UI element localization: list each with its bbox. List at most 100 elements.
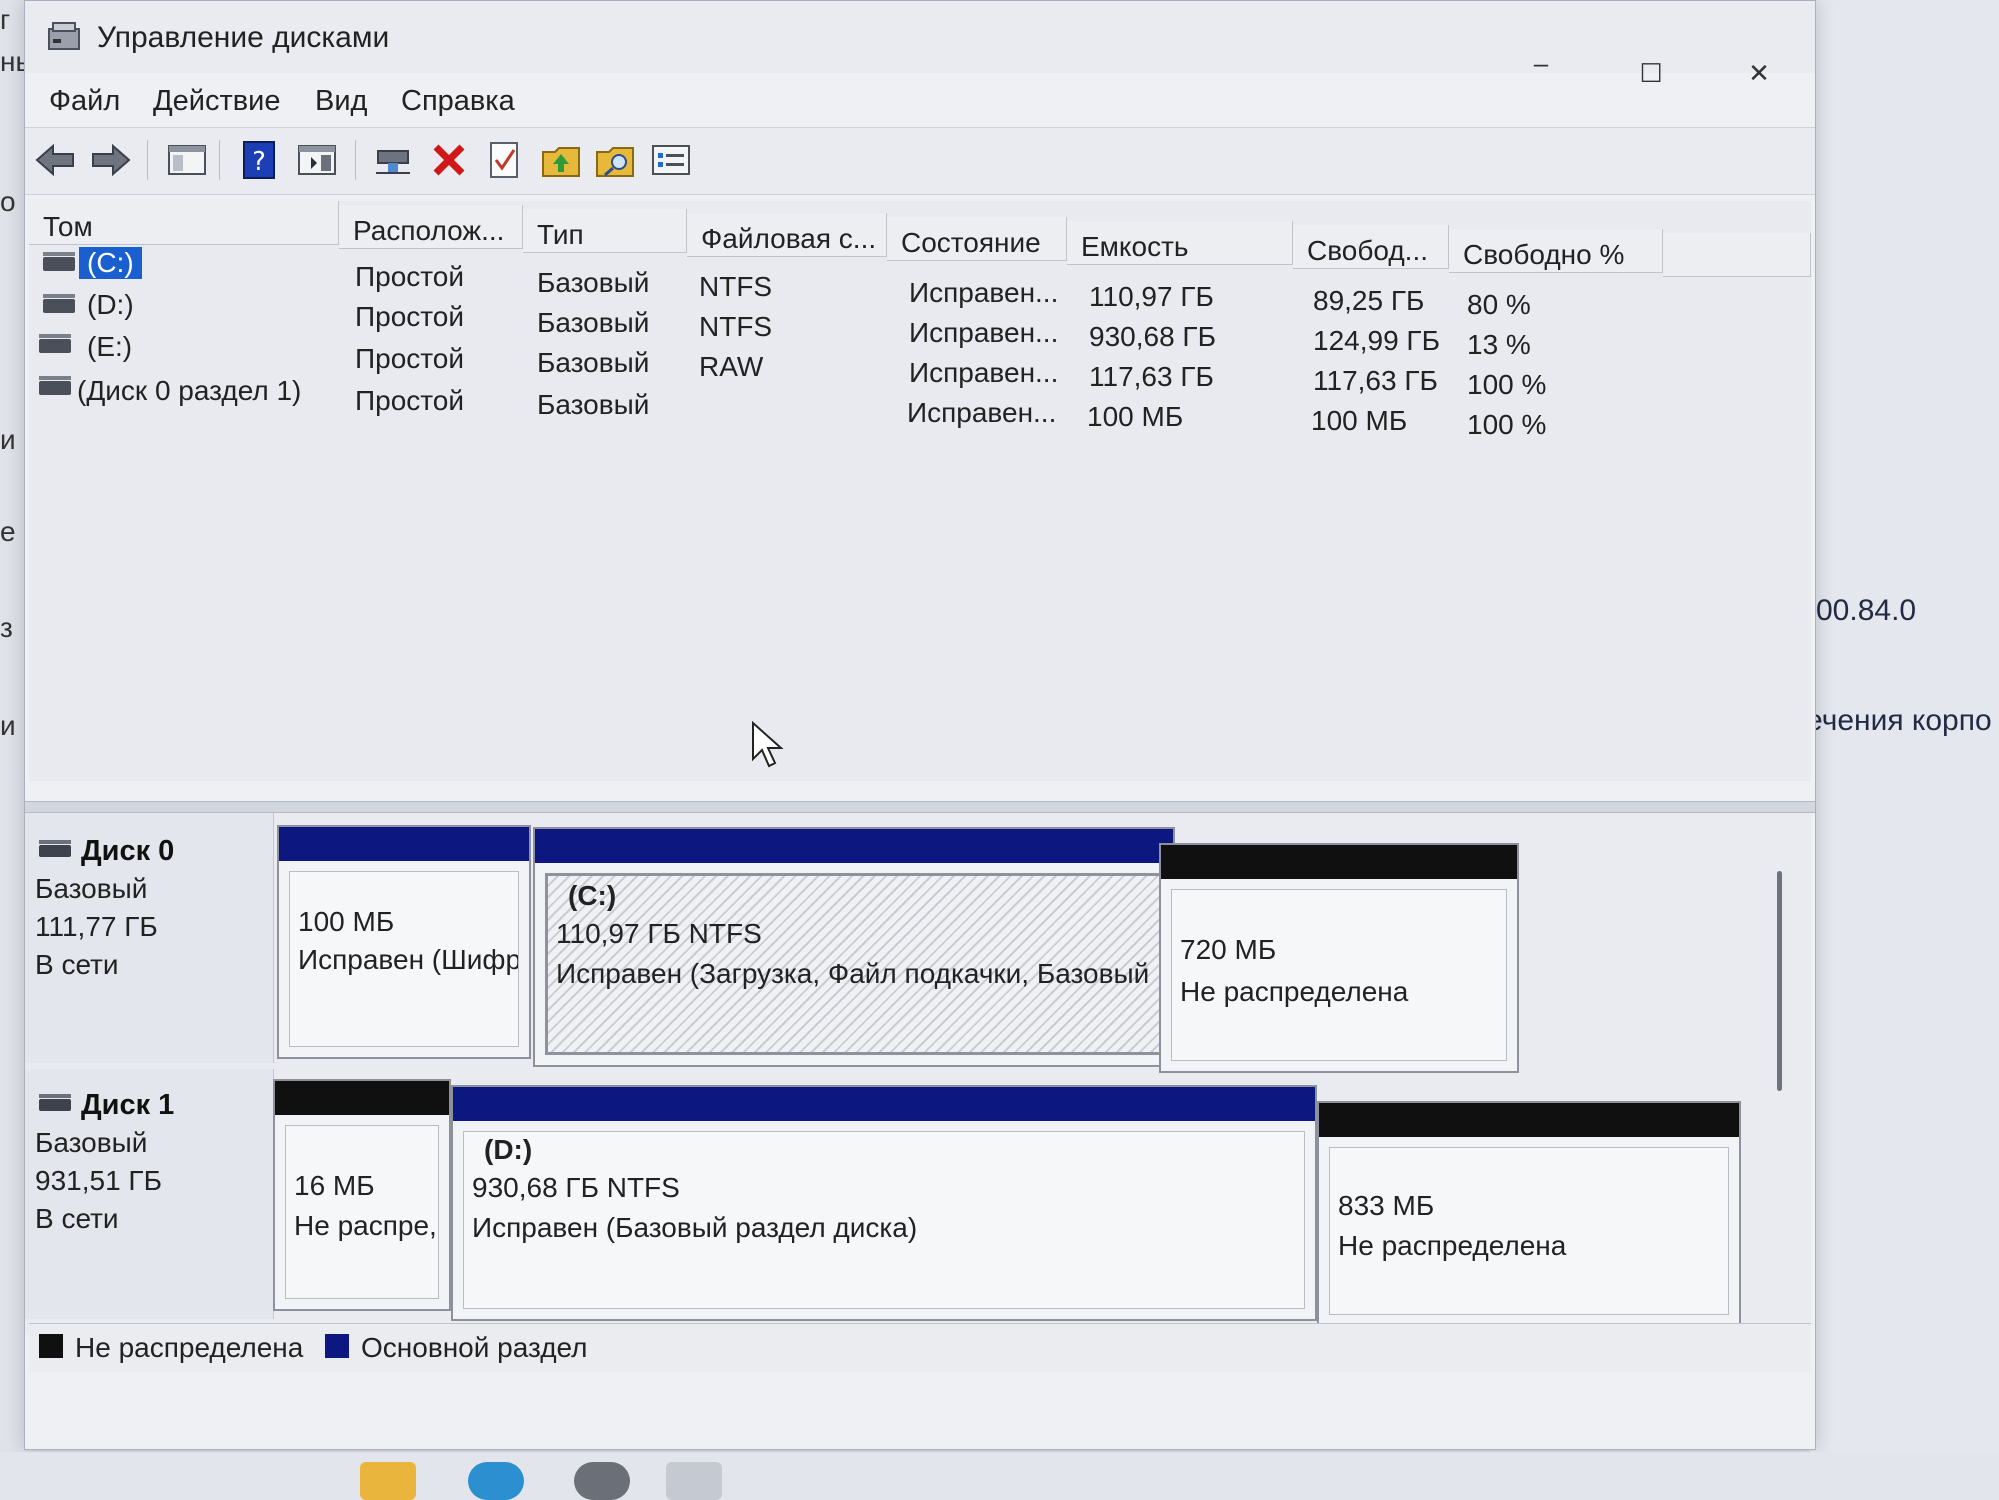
disk-icon — [39, 1094, 71, 1111]
background-char: з — [0, 612, 13, 643]
volume-list: Том Располож... Тип Файловая с... Состоя… — [29, 201, 1811, 781]
disk-name: Диск 1 — [81, 1089, 175, 1121]
window-title: Управление дисками — [97, 21, 390, 54]
volume-free-percent: 80 % — [1467, 289, 1531, 320]
title-bar[interactable]: Управление дисками – ☐ ✕ — [25, 1, 1815, 88]
partition-body-selected: (C:) 110,97 ГБ NTFS Исправен (Загрузка, … — [545, 873, 1163, 1055]
volume-free-percent: 100 % — [1467, 409, 1547, 440]
background-char: е — [0, 516, 16, 547]
delete-icon[interactable] — [425, 136, 473, 184]
taskbar — [0, 1452, 1999, 1500]
partition-body: 100 МБ Исправен (Шифр — [289, 871, 519, 1047]
partition-disk0-system[interactable]: 100 МБ Исправен (Шифр — [277, 825, 531, 1059]
partition-letter: (C:) — [568, 880, 617, 911]
menu-view[interactable]: Вид — [315, 85, 367, 118]
partition-c[interactable]: (C:) 110,97 ГБ NTFS Исправен (Загрузка, … — [533, 827, 1175, 1067]
partition-size: 100 МБ — [298, 906, 395, 937]
partition-bar — [275, 1081, 449, 1115]
volume-free: 100 МБ — [1311, 405, 1408, 436]
volume-free-percent: 100 % — [1467, 369, 1547, 400]
file-explorer-icon[interactable] — [360, 1462, 416, 1500]
column-header-type[interactable]: Тип — [523, 209, 687, 253]
volume-status: Исправен... — [909, 357, 1059, 388]
svg-text:?: ? — [252, 147, 266, 177]
partition-body: 833 МБ Не распределена — [1329, 1147, 1729, 1315]
console-tree-icon[interactable] — [163, 136, 211, 184]
disk-size: 931,51 ГБ — [35, 1165, 162, 1196]
column-header-filesystem[interactable]: Файловая с... — [687, 213, 887, 257]
partition-bar — [1319, 1103, 1739, 1137]
volume-status: Исправен... — [909, 277, 1059, 308]
partition-bar — [279, 827, 529, 861]
partition-disk0-unallocated[interactable]: 720 МБ Не распределена — [1159, 843, 1519, 1073]
background-char: г — [0, 4, 11, 35]
disk-size: 111,77 ГБ — [35, 911, 158, 942]
toolbar-separator — [355, 140, 356, 180]
folder-up-icon[interactable] — [537, 136, 585, 184]
disk-kind: Базовый — [35, 873, 148, 904]
volume-type: Базовый — [537, 347, 650, 378]
settings-gear-icon[interactable] — [574, 1462, 630, 1500]
partition-status: Исправен (Базовый раздел диска) — [472, 1212, 918, 1243]
partition-status: Не распре, — [294, 1210, 437, 1241]
volume-filesystem: NTFS — [699, 311, 773, 342]
background-version-text: 00.84.0 — [1816, 594, 1917, 627]
menu-help[interactable]: Справка — [401, 85, 515, 118]
menu-bar: Файл Действие Вид Справка — [25, 79, 1815, 125]
volume-filesystem: RAW — [699, 351, 764, 382]
background-char: о — [0, 186, 16, 217]
column-header-empty — [1663, 233, 1811, 277]
properties-list-icon[interactable] — [647, 136, 695, 184]
partition-status: Не распределена — [1338, 1230, 1567, 1261]
volume-layout: Простой — [355, 343, 464, 374]
minimize-button[interactable]: – — [1511, 43, 1571, 83]
background-char: и — [0, 424, 16, 455]
volume-type: Базовый — [537, 389, 650, 420]
partition-d[interactable]: (D:) 930,68 ГБ NTFS Исправен (Базовый ра… — [451, 1085, 1317, 1321]
disk-map-scrollbar[interactable] — [1777, 871, 1782, 1091]
back-icon[interactable] — [31, 136, 79, 184]
mouse-cursor-icon — [752, 721, 784, 768]
partition-bar — [535, 829, 1173, 863]
volume-free-percent: 13 % — [1467, 329, 1531, 360]
column-header-free[interactable]: Свобод... — [1293, 225, 1449, 269]
action-pane-icon[interactable] — [293, 136, 341, 184]
volume-name: (D:) — [87, 289, 134, 320]
disk-management-taskbar-icon[interactable] — [666, 1462, 722, 1500]
connect-icon[interactable] — [369, 136, 417, 184]
disk-1-label[interactable]: Диск 1 Базовый 931,51 ГБ В сети — [25, 1069, 274, 1319]
partition-size: 930,68 ГБ NTFS — [472, 1172, 680, 1203]
column-header-status[interactable]: Состояние — [887, 217, 1067, 261]
column-header-layout[interactable]: Располож... — [339, 205, 523, 249]
column-header-volume[interactable]: Том — [29, 201, 339, 245]
volume-free: 89,25 ГБ — [1313, 285, 1425, 316]
toolbar-separator — [147, 140, 148, 180]
menu-action[interactable]: Действие — [153, 85, 280, 118]
help-icon[interactable]: ? — [235, 136, 283, 184]
partition-body: 16 МБ Не распре, — [285, 1125, 439, 1299]
legend-swatch-unallocated — [39, 1334, 63, 1358]
pane-splitter[interactable] — [25, 801, 1815, 813]
volume-name: (E:) — [87, 331, 133, 362]
partition-size: 833 МБ — [1338, 1190, 1435, 1221]
partition-disk1-unallocated-small[interactable]: 16 МБ Не распре, — [273, 1079, 451, 1311]
partition-status: Исправен (Загрузка, Файл подкачки, Базов… — [556, 958, 1150, 989]
partition-status: Не распределена — [1180, 976, 1409, 1007]
column-header-capacity[interactable]: Емкость — [1067, 221, 1293, 265]
volume-status: Исправен... — [909, 317, 1059, 348]
partition-disk1-unallocated[interactable]: 833 МБ Не распределена — [1317, 1101, 1741, 1327]
partition-body: (D:) 930,68 ГБ NTFS Исправен (Базовый ра… — [463, 1131, 1305, 1309]
disk-management-icon — [48, 22, 80, 50]
menu-file[interactable]: Файл — [49, 85, 120, 118]
background-left-strip: г нь о и е з и — [0, 0, 30, 1480]
check-icon[interactable] — [481, 136, 529, 184]
search-folder-icon[interactable] — [591, 136, 639, 184]
column-header-free-percent[interactable]: Свободно % — [1449, 229, 1663, 273]
forward-icon[interactable] — [87, 136, 135, 184]
disk-0-label[interactable]: Диск 0 Базовый 111,77 ГБ В сети — [25, 813, 274, 1063]
browser-icon[interactable] — [468, 1462, 524, 1500]
disk-icon — [39, 840, 71, 857]
legend-swatch-primary — [325, 1334, 349, 1358]
volume-capacity: 117,63 ГБ — [1089, 361, 1214, 392]
disk-state: В сети — [35, 1203, 119, 1234]
